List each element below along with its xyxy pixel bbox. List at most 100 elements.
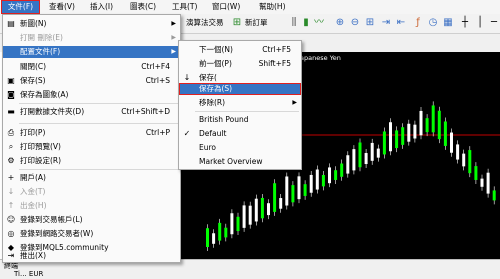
vertical-line-icon[interactable]: │ [474,17,486,29]
profiles_menu-item-label: Market Overview [199,157,263,166]
file_menu-item-shortcut: Ctrl+P [145,128,170,137]
menu-tools[interactable]: 工具(T) [170,1,199,13]
candle-body [480,178,484,187]
candle-body [413,124,417,139]
candle-body [431,105,435,133]
indicators-icon[interactable]: ƒ [412,17,424,29]
candle-body [291,185,295,203]
zoom-in-icon[interactable]: ⊕ [334,17,346,29]
candle-body [236,216,240,232]
file_menu-item-3[interactable]: 關閉(C) Ctrl+F4 [3,61,180,73]
candle-body [389,122,392,152]
candle-body [370,142,374,161]
candle-body [230,213,234,235]
menu-insert[interactable]: 插入(I) [88,1,115,13]
file_menu-item-10[interactable]: + 開戶(A) [3,172,180,184]
file_menu-item-13[interactable]: ☺ 登錄到交易帳戶(L) [3,214,180,226]
file_menu-item-1: 打開 刪除(E) ▶ [3,32,180,44]
periods-icon[interactable]: ◷ [427,17,439,29]
candle-body [242,205,246,228]
print-preview-icon: ⌕ [8,142,14,151]
file_menu-item-12: ↑ 出金(H) [3,200,180,212]
new-order-icon[interactable]: ⊞ [231,17,243,29]
profiles_menu-item-1[interactable]: 前一個(P) Shift+F5 [179,58,301,70]
candle-body [450,132,453,153]
profiles_menu-item-0[interactable]: 下一個(N) Ctrl+F5 [179,44,301,56]
algo-trading-button[interactable]: 演算法交易 [186,16,224,30]
exit-icon: ⇥ [7,251,15,260]
menu-help[interactable]: 幫助(H) [257,1,288,13]
file_menu-item-6[interactable]: ▬ 打開數據文件夾(D) Ctrl+Shift+D [3,106,180,118]
profiles_menu-item-3[interactable]: 保存為(S) [179,83,301,95]
chart-shift-icon[interactable]: ⇥ [380,17,392,29]
crosshair-icon[interactable]: ┼ [459,17,471,29]
file_menu-item-label: 打印(P) [20,128,46,137]
folder-icon: ▬ [7,107,15,116]
candle-body [486,172,490,194]
file_menu-item-5[interactable]: ◙ 保存為圖象(A) [3,89,180,101]
file_menu-item-4[interactable]: ▣ 保存(S) Ctrl+S [3,75,180,87]
menu-separator [19,169,178,170]
candle-body [358,142,362,168]
candle-body [425,118,429,133]
profiles_menu-item-7[interactable]: Euro [179,142,301,154]
terminal-tab[interactable]: Ti... EUR [14,270,43,278]
menu-view[interactable]: 查看(V) [47,1,77,13]
file_menu-item-9[interactable]: ⚙ 打印設定(R) [3,155,180,167]
file_menu-item-0[interactable]: ▤ 新圖(N) ▶ [3,18,180,30]
candle-body [376,148,380,158]
candle-body [224,227,228,238]
zoom-out-icon[interactable]: ⊖ [349,17,361,29]
file_menu-item-label: 登錄到網路交易者(W) [20,229,94,238]
autoscroll-icon[interactable]: ⇤ [395,17,407,29]
save-picture-icon: ◙ [7,90,15,99]
menu-file[interactable]: 文件(F) [1,0,40,14]
file_menu-item-7[interactable]: ⎙ 打印(P) Ctrl+P [3,127,180,139]
profiles_menu-item-4[interactable]: 移除(R) ▶ [179,97,301,109]
candle-body [443,121,447,146]
candle-body [462,153,466,167]
new-order-button[interactable]: 新訂單 [245,16,268,30]
file_menu-item-label: 保存(S) [20,76,46,85]
withdraw-icon: ↑ [7,201,15,210]
file_menu-item-label: 打印預覽(V) [20,142,61,151]
candle-body [248,205,252,225]
candlestick-icon[interactable]: ▮ [300,17,312,29]
prev-profile-icon [182,59,192,69]
candle-body [364,153,368,165]
file_menu-item-2[interactable]: 配置文件(F) ▶ [3,46,180,58]
templates-icon[interactable]: ▦ [442,17,454,29]
profiles_menu-item-6[interactable]: ✓ Default [179,128,301,140]
file_menu-item-shortcut: Ctrl+S [145,76,170,85]
file_menu-item-14[interactable]: ◎ 登錄到網路交易者(W) [3,228,180,240]
tile-windows-icon[interactable]: ⊞ [364,17,376,29]
new-chart-icon: ▤ [7,19,15,28]
profiles_menu-item-label: 保存為(S) [199,84,233,93]
profiles_menu-item-8[interactable]: Market Overview [179,156,301,168]
bar-chart-icon[interactable]: ⫼ [288,17,300,29]
save-profile-icon: ↓ [183,73,191,82]
menu-bar: 文件(F) 查看(V) 插入(I) 圖表(C) 工具(T) 窗口(W) 幫助(H… [0,0,500,15]
horizontal-line-icon[interactable]: ─ [488,17,500,29]
profiles_menu-item-5[interactable]: British Pound [179,114,301,126]
next-profile-icon [182,45,192,55]
menu-chart[interactable]: 圖表(C) [128,1,158,13]
line-chart-icon[interactable]: 〰 [313,17,325,29]
file_menu-item-16[interactable]: ⇥ 推出(X) [3,250,180,262]
menu-window[interactable]: 窗口(W) [210,1,242,13]
profiles_menu-item-shortcut: Shift+F5 [258,59,291,68]
candle-body [346,155,350,174]
file_menu-item-label: 打開 刪除(E) [20,33,63,42]
file_menu-item-shortcut: Ctrl+F4 [141,62,170,71]
candle-body [309,174,313,193]
profiles_menu-item-label: Euro [199,143,216,152]
candle-body [267,203,270,216]
candle-body [273,183,277,212]
candle-body [395,130,399,149]
file_menu-item-label: 入金(T) [20,187,46,196]
profile-item-icon [182,157,192,167]
candle-body [456,144,460,160]
open-deleted-icon [6,33,16,43]
profiles-submenu: 下一個(N) Ctrl+F5 前一個(P) Shift+F5 ↓ 保存(保存為(S) 移除(… [178,40,302,170]
file_menu-item-8[interactable]: ⌕ 打印預覽(V) [3,141,180,153]
